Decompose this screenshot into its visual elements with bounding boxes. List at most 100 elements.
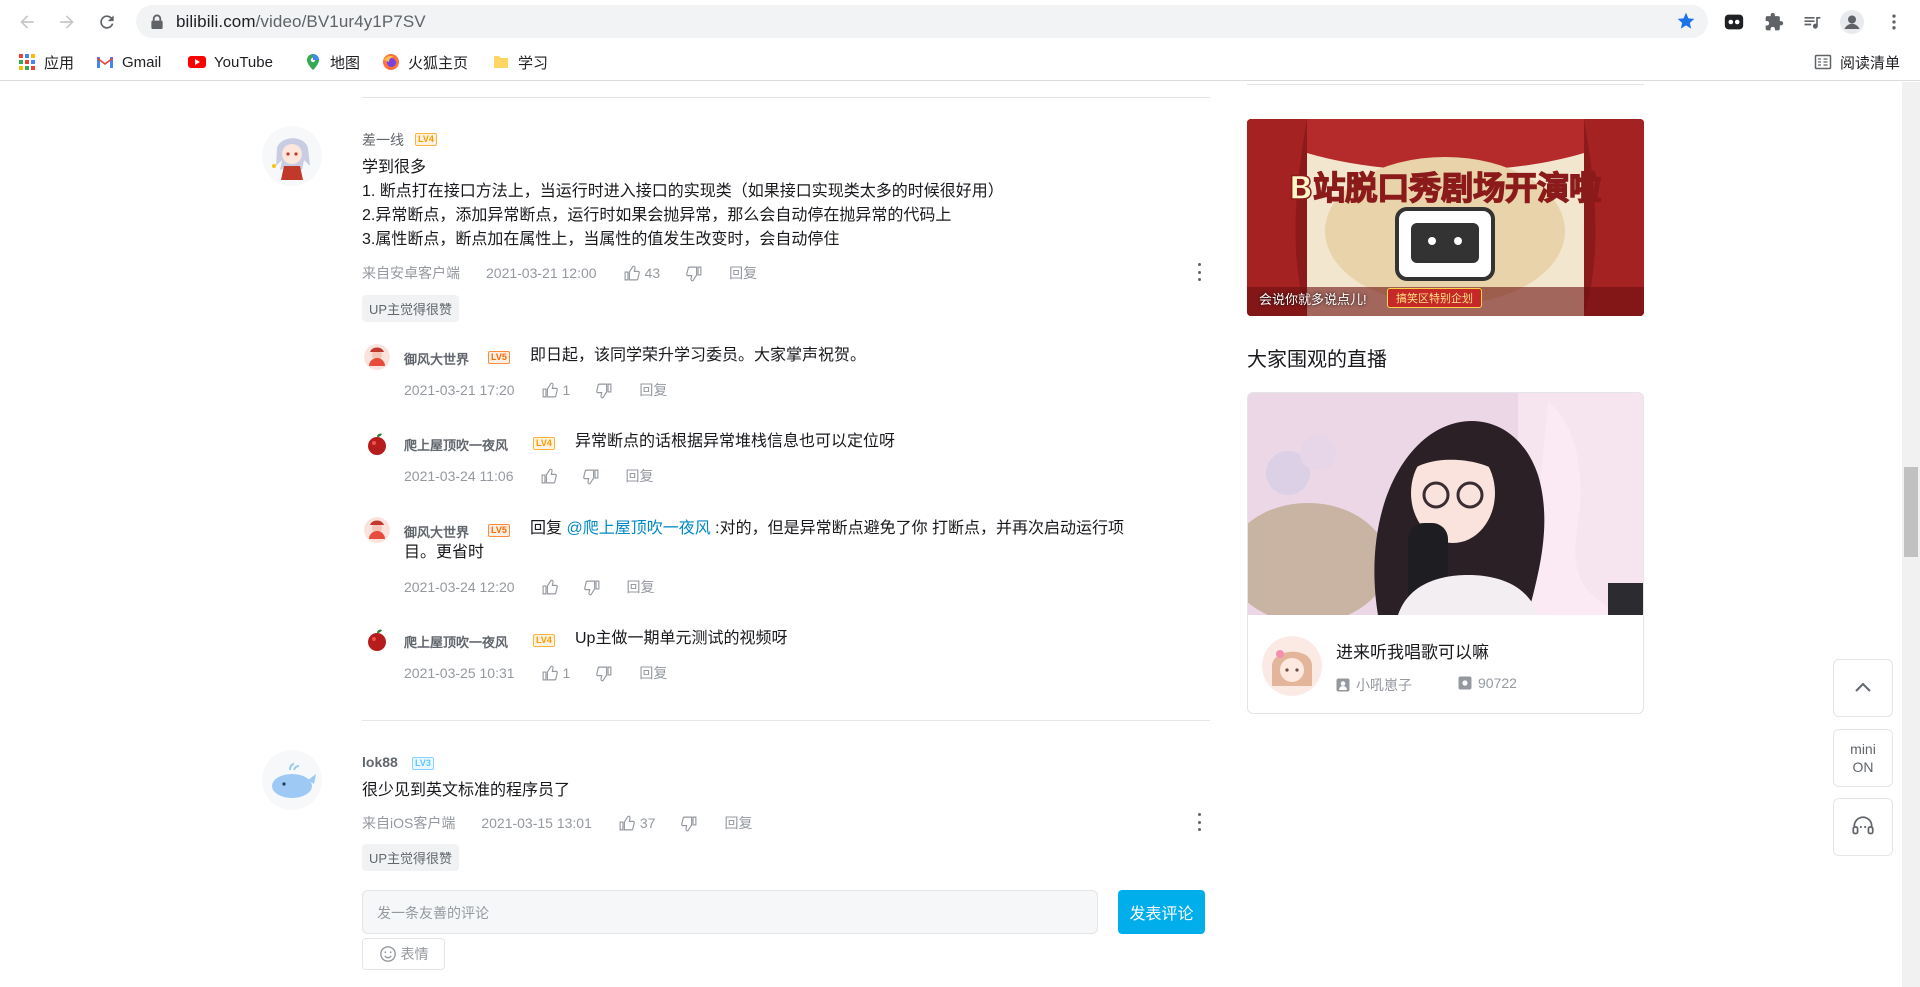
scrollbar-thumb[interactable] xyxy=(1904,467,1918,557)
profile-button[interactable] xyxy=(1840,10,1864,34)
comment-username[interactable]: 差一线 xyxy=(362,130,404,150)
bookmark-youtube[interactable]: YouTube xyxy=(188,51,273,73)
avatar[interactable] xyxy=(364,344,390,370)
live-title[interactable]: 进来听我唱歌可以嘛 xyxy=(1336,638,1489,663)
bookmark-gmail[interactable]: Gmail xyxy=(96,51,161,73)
divider xyxy=(1247,84,1644,85)
avatar[interactable] xyxy=(364,627,390,653)
bookmark-star-icon[interactable] xyxy=(1676,11,1696,31)
reload-button[interactable] xyxy=(94,9,120,35)
comment-line: 1. 断点打在接口方法上，当运行时进入接口的实现类（如果接口实现类太多的时候很好… xyxy=(362,183,1004,200)
like-button[interactable]: 37 xyxy=(618,815,655,832)
arrow-right-icon xyxy=(60,15,74,29)
live-card[interactable]: 进来听我唱歌可以嘛 小吼崽子 90722 xyxy=(1247,392,1644,714)
like-button[interactable]: 1 xyxy=(541,382,570,399)
reply-button[interactable]: 回复 xyxy=(729,263,757,283)
bookmark-label: 应用 xyxy=(44,54,75,72)
streamer-avatar-icon xyxy=(1262,636,1322,696)
comment-input[interactable]: 发一条友善的评论 xyxy=(362,890,1098,934)
mask-extension-icon xyxy=(1724,14,1744,30)
dislike-button[interactable] xyxy=(583,579,601,596)
dislike-button[interactable] xyxy=(596,382,613,399)
back-button[interactable] xyxy=(14,9,40,35)
banner-caption: 会说你就多说点儿! xyxy=(1259,292,1367,307)
comment-more-button[interactable] xyxy=(1196,813,1202,831)
extension-icon-a[interactable] xyxy=(1722,10,1746,34)
viewers-eye-icon xyxy=(1458,676,1472,690)
like-button[interactable]: 1 xyxy=(541,665,571,682)
reply-button[interactable]: 回复 xyxy=(626,466,654,486)
mention-link[interactable]: @爬上屋顶吹一夜风 xyxy=(566,520,710,537)
browser-menu-button[interactable] xyxy=(1882,10,1906,34)
comment-more-button[interactable] xyxy=(1196,263,1202,281)
streamer-name[interactable]: 小吼崽子 xyxy=(1336,675,1412,695)
forward-button[interactable] xyxy=(54,9,80,35)
thumbs-down-icon xyxy=(686,266,702,281)
page-scrollbar[interactable] xyxy=(1902,82,1920,987)
reply-username[interactable]: 御风大世界 xyxy=(404,522,469,541)
reading-list-label: 阅读清单 xyxy=(1840,54,1901,72)
reply-text-body: :对的，但是异常断点避免了你 打断点，并再次启动运行项 xyxy=(710,520,1125,537)
live-thumbnail[interactable] xyxy=(1248,393,1643,615)
bookmark-firefox[interactable]: 火狐主页 xyxy=(382,51,468,73)
send-comment-button[interactable]: 发表评论 xyxy=(1118,890,1205,934)
thumbs-up-icon xyxy=(619,815,635,830)
puzzle-icon xyxy=(1765,12,1784,31)
back-to-top-button[interactable] xyxy=(1833,659,1893,717)
comment-username[interactable]: lok88 xyxy=(362,754,398,770)
bookmark-label: 火狐主页 xyxy=(408,54,469,72)
headset-icon xyxy=(1852,816,1874,835)
comment-line: 很少见到英文标准的程序员了 xyxy=(362,782,571,799)
reply-username[interactable]: 御风大世界 xyxy=(404,349,469,368)
avatar[interactable] xyxy=(364,431,390,457)
reply-username[interactable]: 爬上屋顶吹一夜风 xyxy=(404,632,508,651)
thumbs-up-icon xyxy=(542,579,558,594)
reply-button[interactable]: 回复 xyxy=(639,663,667,683)
avatar[interactable] xyxy=(262,126,322,186)
comment-source: 来自iOS客户端 xyxy=(362,815,456,831)
like-button[interactable] xyxy=(540,468,557,485)
like-button[interactable]: 43 xyxy=(623,265,661,282)
reply-avatar-icon xyxy=(364,517,390,543)
media-control-button[interactable] xyxy=(1800,10,1824,34)
reply-username[interactable]: 爬上屋顶吹一夜风 xyxy=(404,435,508,454)
reply-text: 即日起，该同学荣升学习委员。大家掌声祝贺。 xyxy=(530,347,867,364)
bookmark-folder-study[interactable]: 学习 xyxy=(492,51,548,73)
avatar[interactable] xyxy=(364,709,390,735)
gmail-icon xyxy=(97,57,113,68)
level-badge: LV3 xyxy=(412,757,434,770)
bookmark-label: YouTube xyxy=(214,53,273,71)
reading-list-button[interactable]: 阅读清单 xyxy=(1814,51,1900,73)
level-badge: LV4 xyxy=(533,634,555,647)
extensions-button[interactable] xyxy=(1762,10,1786,34)
like-count: 43 xyxy=(644,265,661,281)
dislike-button[interactable] xyxy=(681,815,698,832)
like-count: 1 xyxy=(562,665,571,681)
thumbs-up-icon xyxy=(541,468,557,483)
level-badge: LV5 xyxy=(488,351,510,364)
avatar[interactable] xyxy=(262,750,322,810)
bookmark-maps[interactable]: 地图 xyxy=(304,51,360,73)
promo-banner[interactable]: B站脱口秀剧场开演啦 会说你就多说点儿! 搞笑区特别企划 xyxy=(1247,119,1644,316)
streamer-avatar[interactable] xyxy=(1262,636,1322,696)
comment-meta: 来自iOS客户端 2021-03-15 13:01 37 回复 xyxy=(362,813,778,833)
up-liked-tag: UP主觉得很赞 xyxy=(362,295,460,322)
thumbs-up-icon xyxy=(624,265,640,280)
reply-time: 2021-03-24 12:20 xyxy=(404,579,515,595)
dislike-button[interactable] xyxy=(582,468,600,485)
reply-button[interactable]: 回复 xyxy=(627,577,655,597)
reply-button[interactable]: 回复 xyxy=(724,813,752,833)
address-bar[interactable]: bilibili.com/video/BV1ur4y1P7SV xyxy=(136,5,1708,38)
customer-service-button[interactable] xyxy=(1833,798,1893,856)
profile-avatar-icon xyxy=(1840,10,1864,34)
reply-button[interactable]: 回复 xyxy=(639,380,667,400)
thumbs-down-icon xyxy=(582,469,598,484)
dislike-button[interactable] xyxy=(596,665,613,682)
mini-player-toggle[interactable]: mini ON xyxy=(1833,729,1893,787)
avatar[interactable] xyxy=(364,517,390,543)
bookmarks-bar: 应用 Gmail YouTube 地图 火狐主页 学习 阅读清单 xyxy=(0,43,1920,81)
dislike-button[interactable] xyxy=(686,265,703,282)
emoji-button[interactable]: 表情 xyxy=(362,938,445,970)
like-button[interactable] xyxy=(541,579,558,596)
bookmark-apps[interactable]: 应用 xyxy=(18,51,74,73)
